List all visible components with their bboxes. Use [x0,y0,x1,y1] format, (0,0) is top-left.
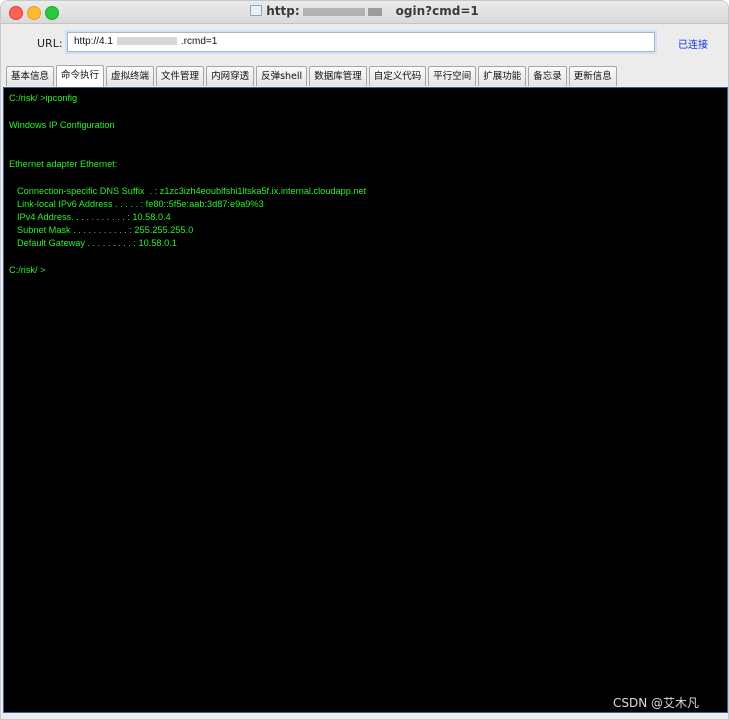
tab-5[interactable]: 内网穿透 [206,66,255,86]
window-title-left: http: [266,4,300,18]
app-window: http: ogin?cmd=1 URL: http://4.1 .rcmd=1 已… [0,0,729,720]
command-terminal[interactable]: C:/risk/ >ipconfig Windows IP Configurat… [3,87,728,713]
title-bar: http: ogin?cmd=1 [1,1,728,24]
terminal-ipv4-line: IPv4 Address. . . . . . . . . . . : 10.5… [17,212,171,222]
window-title-right: ogin?cmd=1 [395,4,479,18]
document-icon [250,5,263,16]
connection-status-link[interactable]: 已连接 [678,36,708,51]
terminal-prompt-line: C:/risk/ > [9,265,46,275]
tab-12[interactable]: 更新信息 [568,66,617,86]
terminal-gateway-line: Default Gateway . . . . . . . . . : 10.5… [17,238,177,248]
tab-3[interactable]: 虚拟终端 [106,66,155,86]
terminal-heading-line: Windows IP Configuration [9,120,115,130]
redaction-block [367,7,382,16]
tab-1[interactable]: 基本信息 [6,66,55,86]
redaction-block [302,7,365,16]
terminal-adapter-line: Ethernet adapter Ethernet: [9,159,118,169]
terminal-dns-suffix-line: Connection-specific DNS Suffix . : z1zc3… [17,186,367,196]
tab-7[interactable]: 数据库管理 [309,66,367,86]
url-value-suffix: .rcmd=1 [180,36,218,47]
url-label: URL: [37,37,63,50]
terminal-prompt-line: C:/risk/ >ipconfig [9,93,78,103]
window-title: http: ogin?cmd=1 [1,4,728,18]
terminal-ipv6-line: Link-local IPv6 Address . . . . . : fe80… [17,199,264,209]
terminal-subnet-line: Subnet Mask . . . . . . . . . . . : 255.… [17,225,194,235]
tab-2[interactable]: 命令执行 [56,65,105,87]
tab-4[interactable]: 文件管理 [156,66,205,86]
tab-8[interactable]: 自定义代码 [368,66,427,86]
tab-10[interactable]: 扩展功能 [478,66,527,86]
tab-9[interactable]: 平行空间 [428,66,477,86]
redaction-block [116,37,177,46]
tab-11[interactable]: 备忘录 [528,66,567,86]
url-bar: URL: http://4.1 .rcmd=1 已连接 [1,24,728,62]
url-input[interactable]: http://4.1 .rcmd=1 [67,32,655,52]
tab-6[interactable]: 反弹shell [256,66,308,86]
url-value: http://4.1 [74,36,113,47]
watermark: CSDN @艾木凡 [613,696,700,710]
tab-bar: 基本信息 命令执行 虚拟终端 文件管理 内网穿透 反弹shell 数据库管理 自定义代码 平行空… [6,65,619,87]
